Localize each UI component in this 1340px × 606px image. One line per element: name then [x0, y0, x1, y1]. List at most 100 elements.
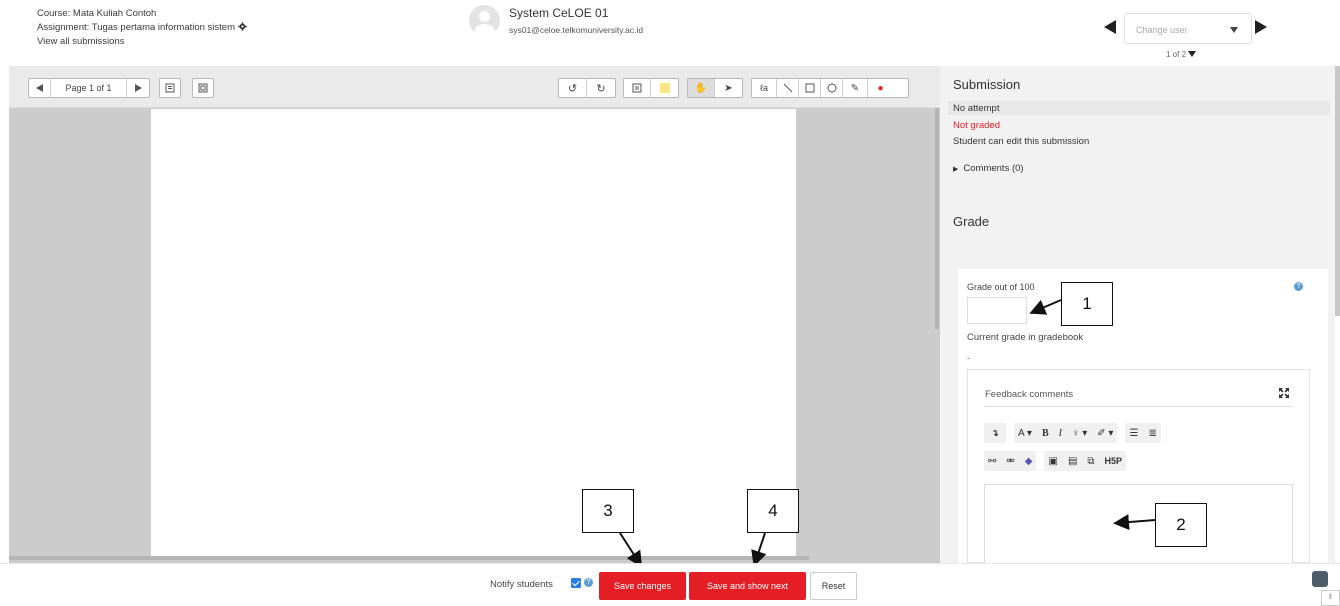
edit-note: Student can edit this submission: [953, 136, 1090, 147]
drawer-toggle-icon[interactable]: ǁ: [1321, 590, 1340, 606]
highlight-tool-button[interactable]: ✎: [843, 79, 868, 97]
gear-icon[interactable]: [238, 22, 247, 31]
comments-toggle[interactable]: ▶ Comments (0): [953, 163, 1024, 174]
horizontal-scrollbar[interactable]: [9, 556, 809, 560]
cursor-icon: ➤: [724, 82, 733, 94]
brush-button[interactable]: ✐ ▾: [1097, 428, 1113, 439]
pdf-page[interactable]: [151, 109, 796, 558]
next-page-button[interactable]: [127, 79, 149, 97]
filter-icon[interactable]: [1188, 51, 1197, 57]
callout-3: 3: [582, 489, 634, 533]
submission-status: No attempt: [953, 103, 1000, 114]
select-tool-button[interactable]: ➤: [715, 79, 742, 97]
h5p-button[interactable]: H5P: [1105, 456, 1123, 466]
previous-page-button[interactable]: [29, 79, 51, 97]
unlink-icon[interactable]: ⚮: [1006, 456, 1014, 467]
previous-user-icon[interactable]: [1104, 20, 1116, 34]
line-tool-button[interactable]: [777, 79, 799, 97]
page-select[interactable]: Page 1 of 1: [51, 79, 127, 97]
user-count: 1 of 2: [1166, 50, 1197, 59]
rectangle-tool-button[interactable]: [799, 79, 821, 97]
brush-icon: ✐: [1097, 427, 1106, 439]
save-changes-button[interactable]: Save changes: [599, 572, 686, 600]
submission-status-row: [948, 101, 1330, 115]
change-user-select[interactable]: Change user: [1124, 13, 1252, 44]
avatar: [469, 5, 500, 36]
bullet-list-icon[interactable]: ☰: [1129, 428, 1138, 439]
grade-panel: Submission No attempt Not graded Student…: [940, 66, 1335, 563]
chat-icon[interactable]: [1312, 571, 1328, 587]
media-group: ▣ ▤ ⧉ H5P: [1044, 451, 1127, 471]
expand-icon: [198, 83, 208, 93]
oval-tool-button[interactable]: [821, 79, 843, 97]
grade-label: Grade out of 100: [967, 282, 1035, 292]
callout-1: 1: [1061, 282, 1113, 326]
media-icon[interactable]: ▤: [1068, 456, 1077, 467]
fullscreen-icon[interactable]: [1278, 387, 1290, 399]
save-and-show-next-button[interactable]: Save and show next: [689, 572, 806, 600]
vertical-scrollbar[interactable]: [935, 108, 939, 329]
font-size-button[interactable]: A ▾: [1018, 428, 1032, 439]
drop-icon: ●: [877, 82, 884, 94]
assignment-link[interactable]: Assignment: Tugas pertama information si…: [37, 22, 235, 33]
format-group: A ▾ B I ♀ ▾ ✐ ▾: [1014, 423, 1118, 443]
rotate-right-button[interactable]: ↻: [587, 79, 615, 97]
collapse-icon: ↴: [991, 427, 999, 438]
numbered-list-icon[interactable]: ≣: [1148, 428, 1156, 439]
grader-header: Course: Mata Kuliah Contoh Assignment: T…: [0, 0, 1340, 66]
expand-comments-button[interactable]: [192, 78, 214, 98]
submission-heading: Submission: [953, 77, 1021, 92]
comment-icon: [632, 83, 642, 93]
italic-button[interactable]: I: [1059, 428, 1062, 439]
comments-label: Comments (0): [963, 163, 1024, 174]
next-user-icon[interactable]: [1255, 20, 1267, 34]
pan-tool-button[interactable]: ✋: [688, 79, 715, 97]
link-icon[interactable]: ⚯: [988, 456, 996, 467]
change-user-placeholder: Change user: [1136, 25, 1188, 35]
course-link[interactable]: Course: Mata Kuliah Contoh: [37, 7, 247, 21]
grade-input[interactable]: [967, 297, 1027, 324]
current-grade-value: -: [967, 353, 970, 363]
rotate-right-icon: ↻: [596, 82, 606, 95]
teams-icon[interactable]: ◆: [1025, 456, 1033, 467]
link-group: ⚯ ⚮ ◆: [984, 451, 1037, 471]
grader-footer: Notify students ? Save changes Save and …: [0, 563, 1340, 606]
reset-button[interactable]: Reset: [810, 572, 857, 600]
toolbar-toggle-button[interactable]: ↴: [984, 423, 1006, 443]
panel-scrollbar[interactable]: [1335, 66, 1340, 316]
comment-color-button[interactable]: [651, 79, 678, 97]
drawing-tools: ℓa ✎ ●: [751, 78, 909, 98]
color-button[interactable]: ♀ ▾: [1072, 428, 1087, 439]
comment-group: [623, 78, 679, 98]
hand-icon: ✋: [694, 82, 708, 94]
search-comments-button[interactable]: [159, 78, 181, 98]
lightbulb-icon: ♀: [1071, 427, 1080, 439]
oval-icon: [827, 83, 836, 93]
image-icon[interactable]: ▣: [1048, 456, 1057, 467]
annotation-color-button[interactable]: ●: [868, 79, 893, 97]
bold-button[interactable]: B: [1042, 428, 1049, 439]
annotation-toolbar: Page 1 of 1 ↺ ↻ ✋ ➤ ℓa ✎ ●: [9, 66, 940, 108]
rotate-group: ↺ ↻: [558, 78, 616, 98]
grade-heading: Grade: [953, 214, 990, 229]
feedback-comments: Feedback comments ↴ A ▾ B I ♀ ▾ ✐ ▾ ☰ ≣ …: [967, 369, 1310, 563]
assignment-info: Course: Mata Kuliah Contoh Assignment: T…: [37, 7, 247, 49]
user-name[interactable]: System CeLOE 01: [509, 6, 608, 20]
notify-help-icon[interactable]: ?: [584, 578, 593, 587]
rotate-left-button[interactable]: ↺: [559, 79, 587, 97]
rotate-left-icon: ↺: [567, 82, 578, 95]
view-all-submissions-link[interactable]: View all submissions: [37, 35, 247, 49]
pdf-annotator: Page 1 of 1 ↺ ↻ ✋ ➤ ℓa ✎ ●: [9, 66, 940, 563]
editor-toolbar-row2: ⚯ ⚮ ◆ ▣ ▤ ⧉ H5P: [984, 450, 1127, 472]
help-icon[interactable]: ?: [1294, 282, 1303, 291]
comment-tool-button[interactable]: [624, 79, 651, 97]
feedback-editor[interactable]: [984, 484, 1293, 563]
caret-right-icon: ▶: [953, 166, 959, 173]
notify-students-checkbox[interactable]: [571, 578, 581, 588]
list-group: ☰ ≣: [1125, 423, 1161, 443]
highlighter-icon: ✎: [850, 82, 860, 94]
user-email: sys01@celoe.telkomuniversity.ac.id: [509, 25, 644, 35]
manage-files-icon[interactable]: ⧉: [1087, 456, 1094, 467]
pen-tool-button[interactable]: ℓa: [752, 79, 777, 97]
callout-4: 4: [747, 489, 799, 533]
